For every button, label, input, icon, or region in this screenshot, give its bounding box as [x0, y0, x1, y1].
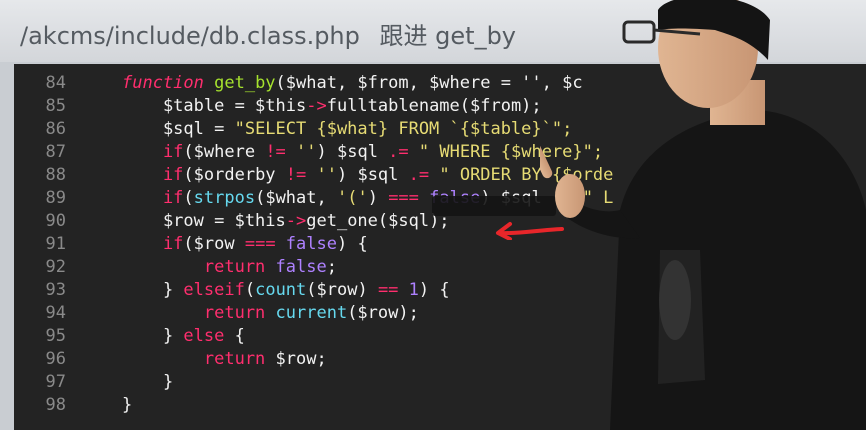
- line-number: 98: [45, 395, 66, 415]
- line-number: 87: [45, 142, 66, 162]
- code-token: fulltablename($from);: [326, 96, 542, 116]
- code-token: (: [244, 280, 256, 300]
- code-token: get_one($sql);: [306, 211, 450, 231]
- code-token: }: [122, 372, 174, 392]
- code-token: if: [122, 165, 184, 185]
- code-token: .=: [388, 142, 409, 162]
- line-number: 91: [45, 234, 66, 254]
- code-token: count: [255, 280, 307, 300]
- code-token: !=: [265, 142, 286, 162]
- line-number: 88: [45, 165, 66, 185]
- code-text: }: [122, 371, 173, 394]
- code-token: ($what,: [255, 188, 337, 208]
- code-token: ($orderby: [183, 165, 286, 185]
- code-token: }: [122, 280, 184, 300]
- code-token: }: [122, 326, 184, 346]
- title-note: 跟进 get_by: [379, 22, 517, 50]
- line-number: 85: [45, 96, 66, 116]
- line-number: 94: [45, 303, 66, 323]
- code-token: '': [306, 165, 337, 185]
- code-text: if($where != '') $sql .= " WHERE {$where…: [122, 141, 603, 164]
- code-token: current: [275, 303, 348, 323]
- code-token: ($what, $from, $where = '', $c: [275, 73, 583, 93]
- subtitle-overlay: [432, 196, 556, 216]
- code-text: return false;: [122, 256, 337, 279]
- line-number: 92: [45, 257, 66, 277]
- code-token: 1: [398, 280, 419, 300]
- code-token: ===: [388, 188, 419, 208]
- code-text: $table = $this->fulltablename($from);: [122, 95, 542, 118]
- code-token: ===: [244, 234, 276, 254]
- line-number: 86: [45, 119, 66, 139]
- code-token: ): [367, 188, 389, 208]
- code-text: $row = $this->get_one($sql);: [122, 210, 450, 233]
- code-text: function get_by($what, $from, $where = '…: [122, 72, 583, 95]
- code-token: $sql =: [122, 119, 235, 139]
- code-token: return: [122, 257, 276, 277]
- code-text: } elseif(count($row) == 1) {: [122, 279, 450, 302]
- code-token: (: [183, 188, 194, 208]
- code-text: } else {: [122, 325, 245, 348]
- code-token: ;: [326, 257, 337, 277]
- code-token: return: [122, 349, 276, 369]
- code-text: return $row;: [122, 348, 327, 371]
- code-text: $sql = "SELECT {$what} FROM `{$table}`";: [122, 118, 572, 141]
- code-token: elseif: [183, 280, 245, 300]
- code-token: strpos: [193, 188, 256, 208]
- code-token: }: [122, 395, 133, 415]
- code-token: $row = $this: [122, 211, 286, 231]
- code-token: '(': [336, 188, 368, 208]
- file-path-title: /akcms/include/db.class.php 跟进 get_by: [20, 16, 516, 51]
- code-token: $row;: [275, 349, 327, 369]
- code-text: return current($row);: [122, 302, 419, 325]
- line-number: 93: [45, 280, 66, 300]
- presenter-figure: [540, 0, 866, 430]
- code-token: ($row): [306, 280, 378, 300]
- code-token: ->: [306, 96, 327, 116]
- line-number: 84: [45, 73, 66, 93]
- code-token: false: [275, 234, 337, 254]
- code-token: "SELECT {$what} FROM `{$table}`";: [234, 119, 573, 139]
- code-token: ) {: [336, 234, 368, 254]
- code-token: get_by: [214, 73, 276, 93]
- line-number: 96: [45, 349, 66, 369]
- code-token: else: [183, 326, 225, 346]
- line-number: 90: [45, 211, 66, 231]
- file-path: /akcms/include/db.class.php: [20, 22, 360, 50]
- code-token: ($where: [183, 142, 266, 162]
- line-number: 97: [45, 372, 66, 392]
- line-number: 89: [45, 188, 66, 208]
- code-token: ->: [285, 211, 307, 231]
- code-token: ==: [377, 280, 399, 300]
- code-token: !=: [285, 165, 307, 185]
- code-token: if: [122, 234, 184, 254]
- code-token: ) $sql: [336, 165, 409, 185]
- code-token: ($row: [183, 234, 245, 254]
- code-token: ) {: [418, 280, 450, 300]
- code-token: return: [122, 303, 276, 323]
- code-token: .=: [408, 165, 430, 185]
- code-token: {: [224, 326, 245, 346]
- line-number: 95: [45, 326, 66, 346]
- code-token: function: [122, 73, 215, 93]
- code-token: '': [285, 142, 317, 162]
- code-token: if: [122, 142, 184, 162]
- code-token: ($row);: [347, 303, 419, 323]
- code-text: }: [122, 394, 132, 417]
- code-token: ) $sql: [316, 142, 389, 162]
- code-text: if($row === false) {: [122, 233, 368, 256]
- code-token: false: [275, 257, 327, 277]
- code-token: $table = $this: [122, 96, 307, 116]
- code-token: if: [122, 188, 184, 208]
